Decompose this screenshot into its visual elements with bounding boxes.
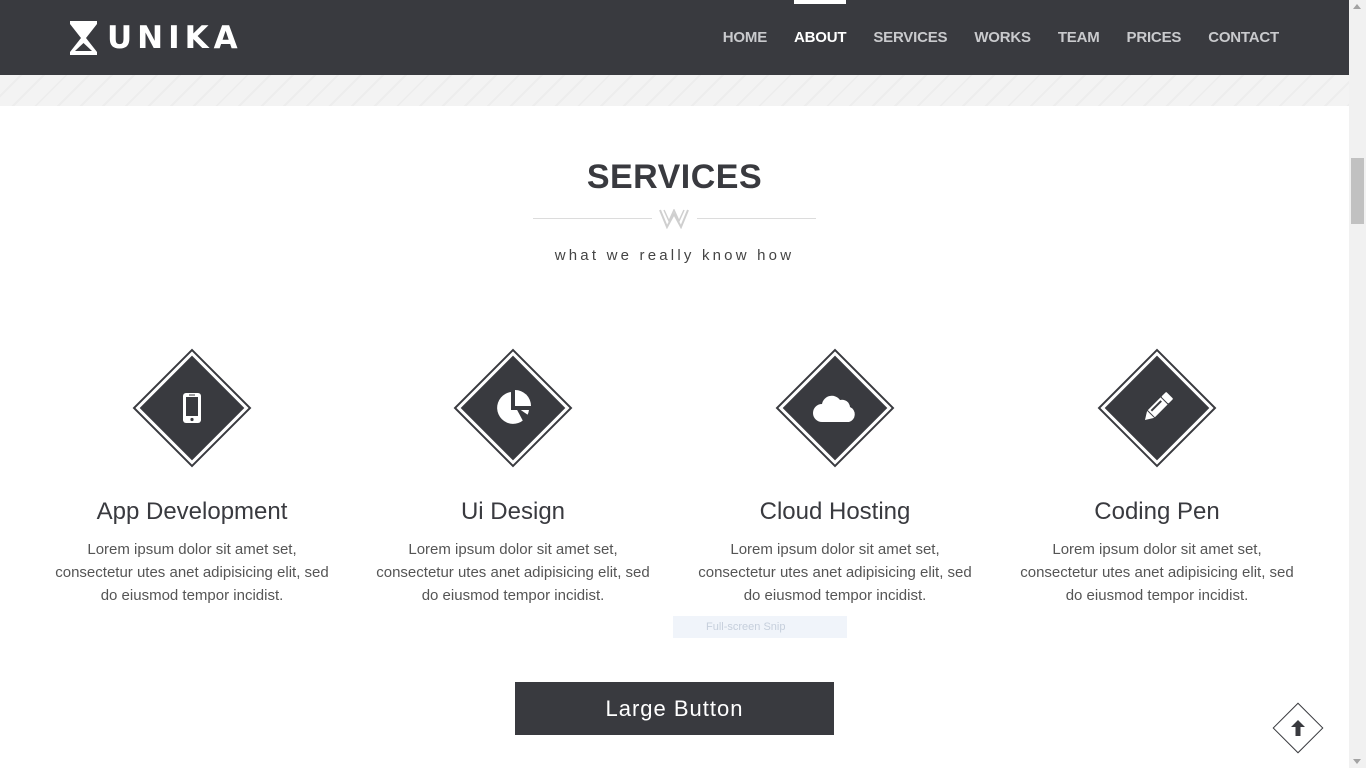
scrollbar-thumb[interactable] (1351, 158, 1364, 224)
page: UNIKA HOME ABOUT SERVICES WORKS TEAM PRI… (0, 0, 1366, 768)
scroll-down-arrow-icon[interactable] (1353, 759, 1361, 764)
vertical-scrollbar[interactable] (1349, 0, 1366, 768)
logo[interactable]: UNIKA (70, 20, 243, 56)
section-title: SERVICES (586, 158, 763, 196)
scroll-up-arrow-icon[interactable] (1353, 4, 1361, 9)
service-text: Lorem ipsum dolor sit amet set, consecte… (698, 541, 972, 604)
service-text: Lorem ipsum dolor sit amet set, consecte… (55, 541, 329, 604)
service-text: Lorem ipsum dolor sit amet set, consecte… (1020, 541, 1294, 604)
back-to-top-button[interactable] (1272, 702, 1324, 754)
pie-chart-icon (497, 390, 531, 424)
nav-services[interactable]: SERVICES (873, 0, 947, 75)
service-coding-pen: Coding Pen Lorem ipsum dolor sit amet se… (1007, 348, 1307, 607)
service-icon-badge (132, 348, 252, 468)
service-app-development: App Development Lorem ipsum dolor sit am… (42, 348, 342, 607)
service-text: Lorem ipsum dolor sit amet set, consecte… (376, 541, 650, 604)
nav-works[interactable]: WORKS (974, 0, 1031, 75)
nav-team[interactable]: TEAM (1058, 0, 1100, 75)
cloud-icon (813, 395, 855, 422)
service-title: Coding Pen (1094, 498, 1220, 525)
w-ornament-icon (659, 209, 689, 229)
pencil-icon (1144, 392, 1173, 421)
service-title: Ui Design (460, 498, 566, 525)
service-ui-design: Ui Design Lorem ipsum dolor sit amet set… (363, 348, 663, 607)
nav-prices[interactable]: PRICES (1127, 0, 1182, 75)
hourglass-logo-icon (70, 21, 97, 55)
service-title: App Development (96, 498, 288, 525)
pattern-band (0, 75, 1349, 106)
nav-about[interactable]: ABOUT (794, 0, 847, 75)
logo-text: UNIKA (107, 20, 243, 56)
nav-home[interactable]: HOME (723, 0, 767, 75)
service-icon-badge (775, 348, 895, 468)
service-cloud-hosting: Cloud Hosting Lorem ipsum dolor sit amet… (685, 348, 985, 607)
main-nav: HOME ABOUT SERVICES WORKS TEAM PRICES CO… (696, 0, 1279, 75)
title-divider (533, 206, 816, 232)
mobile-icon (183, 393, 201, 423)
service-icon-badge (1097, 348, 1217, 468)
service-title: Cloud Hosting (759, 498, 911, 525)
section-subtitle: what we really know how (554, 247, 795, 264)
service-icon-badge (453, 348, 573, 468)
divider-line-right (697, 218, 816, 219)
top-navbar: UNIKA HOME ABOUT SERVICES WORKS TEAM PRI… (0, 0, 1349, 75)
snip-tooltip: Full-screen Snip (673, 616, 847, 638)
divider-line-left (533, 218, 652, 219)
arrow-up-icon (1291, 720, 1305, 736)
nav-contact[interactable]: CONTACT (1208, 0, 1279, 75)
large-button[interactable]: Large Button (515, 682, 834, 735)
